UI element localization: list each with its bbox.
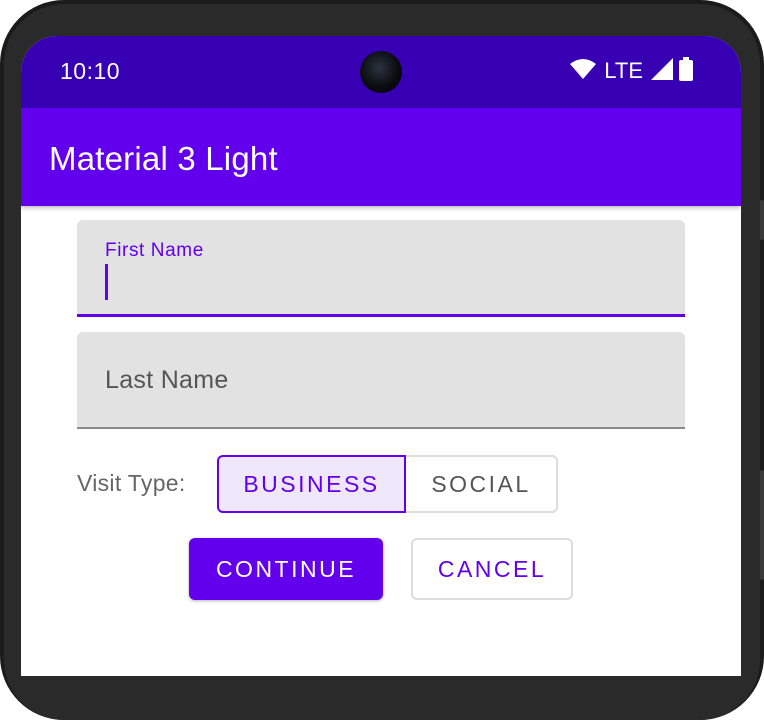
screen: 10:10 LTE Material 3 Light First Name La… xyxy=(21,36,741,676)
continue-button[interactable]: CONTINUE xyxy=(189,538,383,600)
phone-side-button xyxy=(760,200,764,240)
text-cursor xyxy=(105,264,108,300)
status-bar: 10:10 LTE xyxy=(21,36,741,108)
app-bar: Material 3 Light xyxy=(21,108,741,206)
first-name-field[interactable]: First Name xyxy=(77,220,685,317)
front-camera xyxy=(360,51,402,93)
status-time: 10:10 xyxy=(60,58,121,84)
phone-frame: 10:10 LTE Material 3 Light First Name La… xyxy=(0,0,764,720)
wifi-icon xyxy=(570,58,597,85)
visit-type-social-button[interactable]: SOCIAL xyxy=(406,455,558,513)
visit-type-business-button[interactable]: BUSINESS xyxy=(217,455,406,513)
first-name-label: First Name xyxy=(105,240,204,261)
visit-type-label: Visit Type: xyxy=(77,470,186,496)
status-icons: LTE xyxy=(570,56,693,86)
battery-icon xyxy=(679,56,693,86)
last-name-placeholder: Last Name xyxy=(105,366,229,394)
phone-volume-button xyxy=(760,470,764,580)
form-content: First Name Last Name Visit Type: BUSINES… xyxy=(21,206,741,676)
visit-type-toggle-group: BUSINESS SOCIAL xyxy=(217,455,558,515)
page-title: Material 3 Light xyxy=(49,140,278,177)
signal-icon xyxy=(651,57,673,85)
last-name-field[interactable]: Last Name xyxy=(77,332,685,429)
cancel-button[interactable]: CANCEL xyxy=(411,538,573,600)
network-type-label: LTE xyxy=(604,58,643,83)
